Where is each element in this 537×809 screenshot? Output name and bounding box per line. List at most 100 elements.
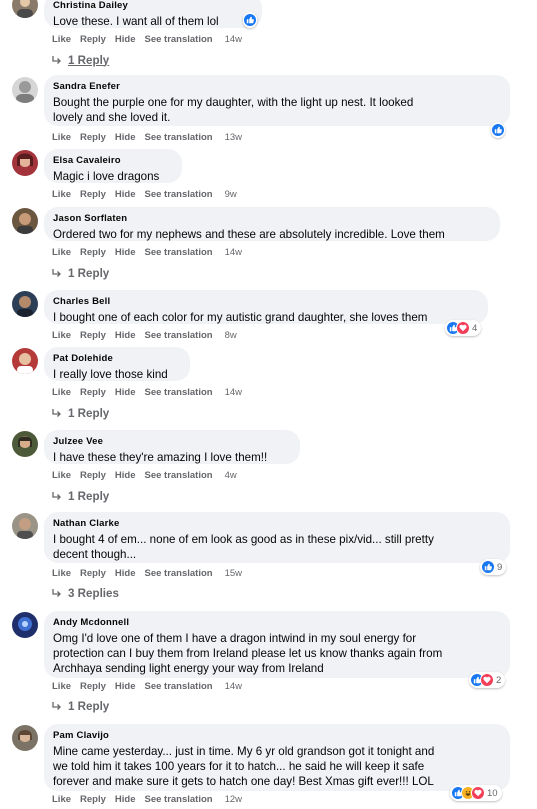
timestamp[interactable]: 9w xyxy=(225,189,237,200)
commenter-name[interactable]: Charles Bell xyxy=(53,296,478,308)
comment-actions: Like Reply Hide See translation 13w xyxy=(52,130,242,144)
commenter-name[interactable]: Pat Dolehide xyxy=(53,353,180,365)
reply-button[interactable]: Reply xyxy=(80,387,106,398)
commenter-name[interactable]: Elsa Cavaleiro xyxy=(53,155,172,167)
avatar[interactable] xyxy=(12,725,38,751)
reply-arrow-icon xyxy=(52,268,61,277)
view-replies-button[interactable]: 3 Replies xyxy=(52,585,119,601)
timestamp[interactable]: 4w xyxy=(225,470,237,481)
reaction-summary[interactable]: 9 xyxy=(480,559,507,575)
hide-button[interactable]: Hide xyxy=(115,387,136,398)
comment-actions: Like Reply Hide See translation 4w xyxy=(52,468,237,482)
comment-actions: Like Reply Hide See translation 9w xyxy=(52,187,237,201)
like-button[interactable]: Like xyxy=(52,132,71,143)
hide-button[interactable]: Hide xyxy=(115,34,136,45)
view-replies-button[interactable]: 1 Reply xyxy=(52,698,109,714)
like-button[interactable]: Like xyxy=(52,794,71,805)
see-translation-button[interactable]: See translation xyxy=(144,247,212,258)
reply-button[interactable]: Reply xyxy=(80,189,106,200)
view-replies-button[interactable]: 1 Reply xyxy=(52,52,109,68)
reaction-summary[interactable] xyxy=(491,122,505,138)
avatar[interactable] xyxy=(12,150,38,176)
hide-button[interactable]: Hide xyxy=(115,681,136,692)
hide-button[interactable]: Hide xyxy=(115,470,136,481)
view-replies-button[interactable]: 1 Reply xyxy=(52,265,109,281)
like-button[interactable]: Like xyxy=(52,568,71,579)
see-translation-button[interactable]: See translation xyxy=(144,470,212,481)
avatar[interactable] xyxy=(12,291,38,317)
avatar[interactable] xyxy=(12,77,38,103)
timestamp[interactable]: 14w xyxy=(225,247,242,258)
comment-bubble: Elsa Cavaleiro Magic i love dragons xyxy=(44,149,182,183)
comment-actions: Like Reply Hide See translation 12w xyxy=(52,792,242,806)
see-translation-button[interactable]: See translation xyxy=(144,387,212,398)
like-button[interactable]: Like xyxy=(52,681,71,692)
like-button[interactable]: Like xyxy=(52,470,71,481)
reply-button[interactable]: Reply xyxy=(80,247,106,258)
avatar[interactable] xyxy=(12,612,38,638)
comment-text: Magic i love dragons xyxy=(53,170,160,183)
reply-button[interactable]: Reply xyxy=(80,568,106,579)
avatar[interactable] xyxy=(12,431,38,457)
see-translation-button[interactable]: See translation xyxy=(144,132,212,143)
comment-text-line: lovely and she loved it. xyxy=(53,111,171,124)
timestamp[interactable]: 14w xyxy=(225,34,242,45)
view-replies-button[interactable]: 1 Reply xyxy=(52,488,109,504)
see-translation-button[interactable]: See translation xyxy=(144,330,212,341)
reaction-summary[interactable]: 2 xyxy=(469,672,506,688)
hide-button[interactable]: Hide xyxy=(115,794,136,805)
reply-button[interactable]: Reply xyxy=(80,470,106,481)
commenter-name[interactable]: Julzee Vee xyxy=(53,436,290,448)
reply-button[interactable]: Reply xyxy=(80,794,106,805)
see-translation-button[interactable]: See translation xyxy=(144,794,212,805)
timestamp[interactable]: 12w xyxy=(225,794,242,805)
comment-bubble: Pat Dolehide I really love those kind xyxy=(44,347,190,381)
like-button[interactable]: Like xyxy=(52,247,71,258)
commenter-name[interactable]: Christina Dailey xyxy=(53,0,252,12)
timestamp[interactable]: 8w xyxy=(225,330,237,341)
view-replies-button[interactable]: 1 Reply xyxy=(52,405,109,421)
see-translation-button[interactable]: See translation xyxy=(144,34,212,45)
see-translation-button[interactable]: See translation xyxy=(144,568,212,579)
like-button[interactable]: Like xyxy=(52,34,71,45)
hide-button[interactable]: Hide xyxy=(115,568,136,579)
commenter-name[interactable]: Pam Clavijo xyxy=(53,730,500,742)
hide-button[interactable]: Hide xyxy=(115,189,136,200)
comment-bubble: Pam Clavijo Mine came yesterday... just … xyxy=(44,724,510,791)
avatar[interactable] xyxy=(12,0,38,18)
timestamp[interactable]: 13w xyxy=(225,132,242,143)
comment-text: Love these. I want all of them lol xyxy=(53,15,219,28)
reaction-summary[interactable]: 4 xyxy=(445,320,482,336)
reply-button[interactable]: Reply xyxy=(80,132,106,143)
see-translation-button[interactable]: See translation xyxy=(144,189,212,200)
comment-bubble: Julzee Vee I have these they're amazing … xyxy=(44,430,300,464)
avatar[interactable] xyxy=(12,513,38,539)
comment-text-line: Mine came yesterday... just in time. My … xyxy=(53,745,435,758)
commenter-name[interactable]: Nathan Clarke xyxy=(53,518,500,530)
commenter-name[interactable]: Andy Mcdonnell xyxy=(53,617,500,629)
timestamp[interactable]: 14w xyxy=(225,387,242,398)
reaction-summary[interactable] xyxy=(243,12,257,28)
timestamp[interactable]: 15w xyxy=(225,568,242,579)
hide-button[interactable]: Hide xyxy=(115,330,136,341)
replies-count: 1 Reply xyxy=(68,489,110,503)
comment-text-line: forever and make sure it gets to hatch o… xyxy=(53,775,434,788)
like-button[interactable]: Like xyxy=(52,189,71,200)
reaction-summary[interactable]: 10 xyxy=(450,785,502,801)
commenter-name[interactable]: Sandra Enefer xyxy=(53,81,500,93)
reply-button[interactable]: Reply xyxy=(80,681,106,692)
avatar[interactable] xyxy=(12,208,38,234)
hide-button[interactable]: Hide xyxy=(115,132,136,143)
comment-actions: Like Reply Hide See translation 14w xyxy=(52,245,242,259)
hide-button[interactable]: Hide xyxy=(115,247,136,258)
avatar[interactable] xyxy=(12,348,38,374)
reply-button[interactable]: Reply xyxy=(80,34,106,45)
see-translation-button[interactable]: See translation xyxy=(144,681,212,692)
timestamp[interactable]: 14w xyxy=(225,681,242,692)
like-button[interactable]: Like xyxy=(52,387,71,398)
like-button[interactable]: Like xyxy=(52,330,71,341)
reaction-count: 2 xyxy=(496,674,502,686)
commenter-name[interactable]: Jason Sorflaten xyxy=(53,213,490,225)
replies-count: 1 Reply xyxy=(68,53,110,67)
reply-button[interactable]: Reply xyxy=(80,330,106,341)
